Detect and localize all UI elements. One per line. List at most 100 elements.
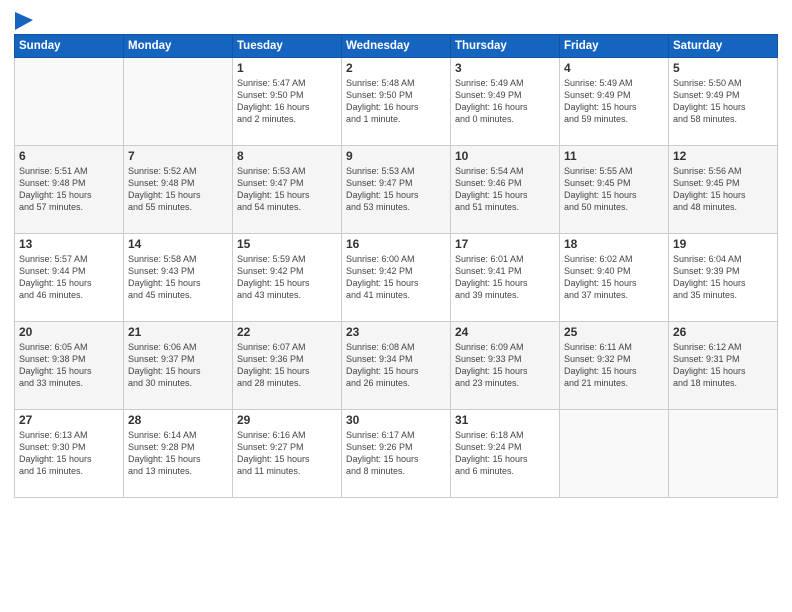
day-info: Sunrise: 5:47 AM Sunset: 9:50 PM Dayligh… [237,77,337,126]
header-sunday: Sunday [15,35,124,58]
week-row-5: 27 Sunrise: 6:13 AM Sunset: 9:30 PM Dayli… [15,410,778,498]
day-info: Sunrise: 6:14 AM Sunset: 9:28 PM Dayligh… [128,429,228,478]
day-number: 16 [346,237,446,251]
day-info: Sunrise: 5:54 AM Sunset: 9:46 PM Dayligh… [455,165,555,214]
week-row-4: 20Sunrise: 6:05 AM Sunset: 9:38 PM Dayli… [15,322,778,410]
day-number: 12 [673,149,773,163]
day-number: 2 [346,61,446,75]
day-number: 13 [19,237,119,251]
header-saturday: Saturday [669,35,778,58]
day-info: Sunrise: 6:09 AM Sunset: 9:33 PM Dayligh… [455,341,555,390]
day-info: Sunrise: 6:06 AM Sunset: 9:37 PM Dayligh… [128,341,228,390]
day-cell: 12 Sunrise: 5:56 AM Sunset: 9:45 PM Dayli… [669,146,778,234]
day-number: 1 [237,61,337,75]
day-info: Sunrise: 5:59 AM Sunset: 9:42 PM Dayligh… [237,253,337,302]
day-info: Sunrise: 6:00 AM Sunset: 9:42 PM Dayligh… [346,253,446,302]
day-cell: 20Sunrise: 6:05 AM Sunset: 9:38 PM Dayli… [15,322,124,410]
day-number: 30 [346,413,446,427]
day-info: Sunrise: 5:55 AM Sunset: 9:45 PM Dayligh… [564,165,664,214]
day-cell: 23 Sunrise: 6:08 AM Sunset: 9:34 PM Dayli… [342,322,451,410]
day-number: 25 [564,325,664,339]
day-info: Sunrise: 5:51 AM Sunset: 9:48 PM Dayligh… [19,165,119,214]
day-cell: 29Sunrise: 6:16 AM Sunset: 9:27 PM Dayli… [233,410,342,498]
day-info: Sunrise: 5:56 AM Sunset: 9:45 PM Dayligh… [673,165,773,214]
day-cell: 9 Sunrise: 5:53 AM Sunset: 9:47 PM Daylig… [342,146,451,234]
day-number: 18 [564,237,664,251]
day-number: 21 [128,325,228,339]
day-number: 23 [346,325,446,339]
header-friday: Friday [560,35,669,58]
day-cell: 7 Sunrise: 5:52 AM Sunset: 9:48 PM Daylig… [124,146,233,234]
day-info: Sunrise: 6:07 AM Sunset: 9:36 PM Dayligh… [237,341,337,390]
page: SundayMondayTuesdayWednesdayThursdayFrid… [0,0,792,612]
day-info: Sunrise: 6:12 AM Sunset: 9:31 PM Dayligh… [673,341,773,390]
header-tuesday: Tuesday [233,35,342,58]
day-cell: 1 Sunrise: 5:47 AM Sunset: 9:50 PM Daylig… [233,58,342,146]
day-info: Sunrise: 5:49 AM Sunset: 9:49 PM Dayligh… [455,77,555,126]
day-info: Sunrise: 6:18 AM Sunset: 9:24 PM Dayligh… [455,429,555,478]
day-cell: 10 Sunrise: 5:54 AM Sunset: 9:46 PM Dayli… [451,146,560,234]
day-info: Sunrise: 6:08 AM Sunset: 9:34 PM Dayligh… [346,341,446,390]
day-number: 5 [673,61,773,75]
week-row-2: 6 Sunrise: 5:51 AM Sunset: 9:48 PM Daylig… [15,146,778,234]
header-wednesday: Wednesday [342,35,451,58]
day-number: 14 [128,237,228,251]
day-info: Sunrise: 5:53 AM Sunset: 9:47 PM Dayligh… [346,165,446,214]
day-number: 4 [564,61,664,75]
day-cell: 24 Sunrise: 6:09 AM Sunset: 9:33 PM Dayli… [451,322,560,410]
day-number: 26 [673,325,773,339]
day-cell: 22 Sunrise: 6:07 AM Sunset: 9:36 PM Dayli… [233,322,342,410]
day-info: Sunrise: 6:11 AM Sunset: 9:32 PM Dayligh… [564,341,664,390]
day-cell [669,410,778,498]
day-cell: 25 Sunrise: 6:11 AM Sunset: 9:32 PM Dayli… [560,322,669,410]
day-number: 17 [455,237,555,251]
day-info: Sunrise: 5:58 AM Sunset: 9:43 PM Dayligh… [128,253,228,302]
header [14,10,778,30]
day-cell: 30 Sunrise: 6:17 AM Sunset: 9:26 PM Dayli… [342,410,451,498]
day-number: 9 [346,149,446,163]
day-number: 28 [128,413,228,427]
day-info: Sunrise: 5:48 AM Sunset: 9:50 PM Dayligh… [346,77,446,126]
day-info: Sunrise: 5:57 AM Sunset: 9:44 PM Dayligh… [19,253,119,302]
day-number: 31 [455,413,555,427]
week-row-3: 13 Sunrise: 5:57 AM Sunset: 9:44 PM Dayli… [15,234,778,322]
day-cell: 19 Sunrise: 6:04 AM Sunset: 9:39 PM Dayli… [669,234,778,322]
day-cell: 16 Sunrise: 6:00 AM Sunset: 9:42 PM Dayli… [342,234,451,322]
day-info: Sunrise: 6:04 AM Sunset: 9:39 PM Dayligh… [673,253,773,302]
day-cell: 28 Sunrise: 6:14 AM Sunset: 9:28 PM Dayli… [124,410,233,498]
day-cell: 2 Sunrise: 5:48 AM Sunset: 9:50 PM Daylig… [342,58,451,146]
day-number: 22 [237,325,337,339]
day-number: 24 [455,325,555,339]
logo-icon [15,12,33,32]
day-cell: 4 Sunrise: 5:49 AM Sunset: 9:49 PM Daylig… [560,58,669,146]
header-monday: Monday [124,35,233,58]
day-cell: 31 Sunrise: 6:18 AM Sunset: 9:24 PM Dayli… [451,410,560,498]
day-number: 7 [128,149,228,163]
day-number: 20 [19,325,119,339]
calendar-header-row: SundayMondayTuesdayWednesdayThursdayFrid… [15,35,778,58]
day-info: Sunrise: 6:02 AM Sunset: 9:40 PM Dayligh… [564,253,664,302]
day-cell: 15Sunrise: 5:59 AM Sunset: 9:42 PM Dayli… [233,234,342,322]
day-cell: 11Sunrise: 5:55 AM Sunset: 9:45 PM Dayli… [560,146,669,234]
day-cell: 14 Sunrise: 5:58 AM Sunset: 9:43 PM Dayli… [124,234,233,322]
day-number: 29 [237,413,337,427]
day-info: Sunrise: 5:49 AM Sunset: 9:49 PM Dayligh… [564,77,664,126]
day-cell: 13 Sunrise: 5:57 AM Sunset: 9:44 PM Dayli… [15,234,124,322]
day-info: Sunrise: 5:50 AM Sunset: 9:49 PM Dayligh… [673,77,773,126]
day-info: Sunrise: 5:53 AM Sunset: 9:47 PM Dayligh… [237,165,337,214]
day-cell: 26 Sunrise: 6:12 AM Sunset: 9:31 PM Dayli… [669,322,778,410]
day-cell: 3 Sunrise: 5:49 AM Sunset: 9:49 PM Daylig… [451,58,560,146]
logo [14,14,33,30]
day-info: Sunrise: 5:52 AM Sunset: 9:48 PM Dayligh… [128,165,228,214]
day-info: Sunrise: 6:13 AM Sunset: 9:30 PM Dayligh… [19,429,119,478]
day-number: 6 [19,149,119,163]
day-number: 27 [19,413,119,427]
day-cell [124,58,233,146]
day-number: 3 [455,61,555,75]
week-row-1: 1 Sunrise: 5:47 AM Sunset: 9:50 PM Daylig… [15,58,778,146]
day-info: Sunrise: 6:17 AM Sunset: 9:26 PM Dayligh… [346,429,446,478]
day-number: 19 [673,237,773,251]
day-cell: 27 Sunrise: 6:13 AM Sunset: 9:30 PM Dayli… [15,410,124,498]
day-number: 10 [455,149,555,163]
day-cell [560,410,669,498]
